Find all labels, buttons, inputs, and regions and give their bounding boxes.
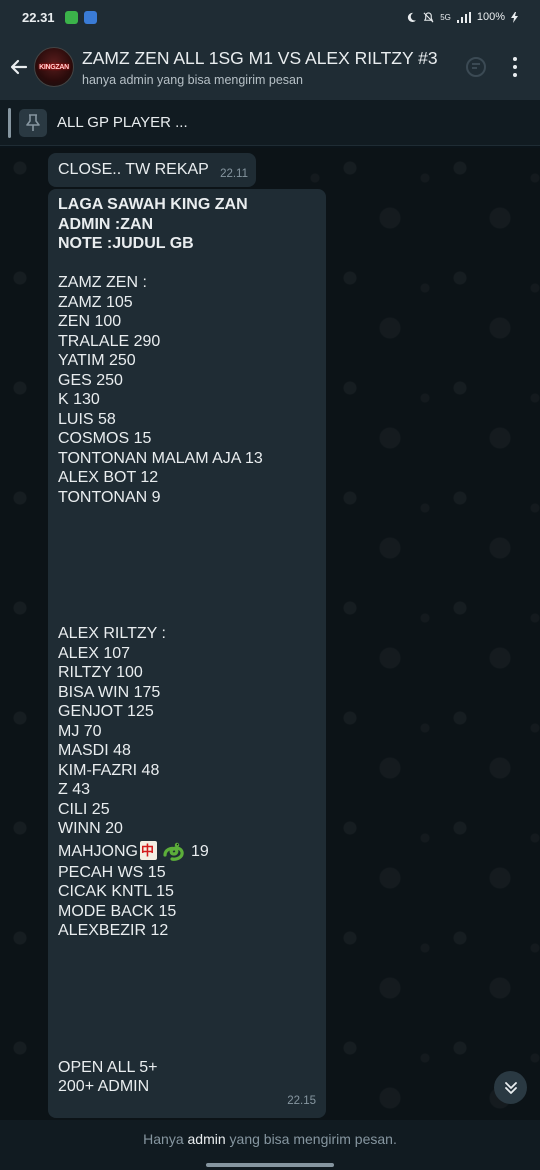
battery-level: 100% (476, 11, 505, 23)
team-player-line: ALEXBEZIR 12 (58, 922, 169, 939)
mahjong-value: 19 (191, 842, 209, 860)
team-player-line: GENJOT 125 (58, 703, 154, 720)
team-player-line: ZEN 100 (58, 313, 122, 330)
team-player-line: YATIM 250 (58, 352, 136, 369)
team-player-line: WINN 20 (58, 820, 123, 837)
menu-dot-icon (513, 65, 517, 69)
notice-prefix: Hanya (143, 1131, 184, 1147)
team-player-line: ALEX 107 (58, 644, 131, 662)
message-header-line: LAGA SAWAH KING ZAN (58, 196, 248, 213)
team-player-line: KIM-FAZRI 48 (58, 761, 160, 779)
menu-dot-icon (513, 73, 517, 77)
team-player-line: MODE BACK 15 (58, 902, 177, 920)
message-footer-line: 200+ ADMIN (58, 1078, 150, 1095)
message-header-line: NOTE :JUDUL GB (58, 235, 194, 252)
team-player-line-mahjong: MAHJONG 19 (58, 839, 316, 863)
arrow-left-icon (10, 59, 28, 75)
back-button[interactable] (4, 52, 34, 82)
group-info[interactable]: ZAMZ ZEN ALL 1SG M1 VS ALEX RILTZY #3 ha… (82, 48, 442, 87)
team-player-line: COSMOS 15 (58, 430, 152, 447)
team-player-line: MJ 70 (58, 722, 102, 740)
moon-icon (408, 12, 417, 22)
dragon-icon (163, 842, 184, 861)
team-player-line: LUIS 58 (58, 410, 116, 428)
team-player-line: ALEX BOT 12 (58, 469, 159, 486)
notice-suffix: yang bisa mengirim pesan. (229, 1131, 397, 1147)
menu-dot-icon (513, 57, 517, 61)
message-text: CLOSE.. TW REKAP (58, 161, 209, 178)
message-time: 22.15 (287, 1094, 316, 1107)
team-player-line: TRALALE 290 (58, 332, 161, 350)
team-player-line: MASDI 48 (58, 742, 131, 759)
call-add-icon (466, 57, 486, 77)
team-player-line: PECAH WS 15 (58, 863, 166, 881)
team-player-line: TONTONAN MALAM AJA 13 (58, 449, 263, 467)
mahjong-tile-icon (140, 840, 157, 860)
message-time: 22.11 (220, 167, 248, 180)
message-footer-line: OPEN ALL 5+ (58, 1058, 158, 1076)
pinned-message-text: ALL GP PLAYER ... (57, 114, 188, 131)
chat-header: KINGZAN ZAMZ ZEN ALL 1SG M1 VS ALEX RILT… (0, 34, 540, 100)
team-player-line: CICAK KNTL 15 (58, 883, 174, 900)
scroll-to-bottom-button[interactable] (494, 1071, 527, 1104)
app-notification-icon (64, 10, 78, 24)
group-title: ZAMZ ZEN ALL 1SG M1 VS ALEX RILTZY #3 (82, 47, 438, 68)
bell-muted-icon (423, 11, 434, 22)
home-indicator (206, 1163, 334, 1167)
team-player-line: Z 43 (58, 781, 91, 798)
charging-icon (511, 11, 518, 23)
message-header-line: ADMIN :ZAN (58, 215, 154, 233)
team-player-line: CILI 25 (58, 800, 110, 818)
status-bar: 22.31 5G 100% (0, 0, 540, 34)
avatar-logo-text: KINGZAN (39, 63, 69, 71)
pin-icon (19, 108, 47, 137)
team-title: ZAMZ ZEN : (58, 274, 147, 291)
group-subtitle: hanya admin yang bisa mengirim pesan (82, 72, 303, 87)
team-player-line: GES 250 (58, 371, 123, 389)
mahjong-label: MAHJONG (58, 842, 138, 860)
add-call-button[interactable] (464, 55, 488, 79)
network-type: 5G (440, 12, 451, 22)
group-avatar[interactable]: KINGZAN (34, 47, 74, 87)
cloud-notification-icon (83, 10, 97, 24)
message-bubble-rekap[interactable]: LAGA SAWAH KING ZAN ADMIN :ZAN NOTE :JUD… (48, 189, 326, 1118)
status-time: 22.31 (22, 9, 55, 25)
team-player-line: ZAMZ 105 (58, 293, 133, 311)
double-chevron-down-icon (504, 1081, 517, 1094)
team-player-line: K 130 (58, 391, 100, 408)
team-player-line: RILTZY 100 (58, 664, 143, 681)
team-player-line: TONTONAN 9 (58, 488, 161, 506)
message-bubble[interactable]: CLOSE.. TW REKAP 22.11 (48, 153, 256, 187)
signal-icon (456, 11, 471, 23)
overflow-menu-button[interactable] (504, 53, 526, 81)
status-indicators: 5G 100% (406, 11, 518, 23)
pinned-message-bar[interactable]: ALL GP PLAYER ... (0, 100, 540, 146)
team-title: ALEX RILTZY : (58, 625, 166, 642)
pinned-indicator (8, 107, 11, 138)
notice-admin-link[interactable]: admin (188, 1131, 226, 1147)
team-player-line: BISA WIN 175 (58, 683, 161, 701)
